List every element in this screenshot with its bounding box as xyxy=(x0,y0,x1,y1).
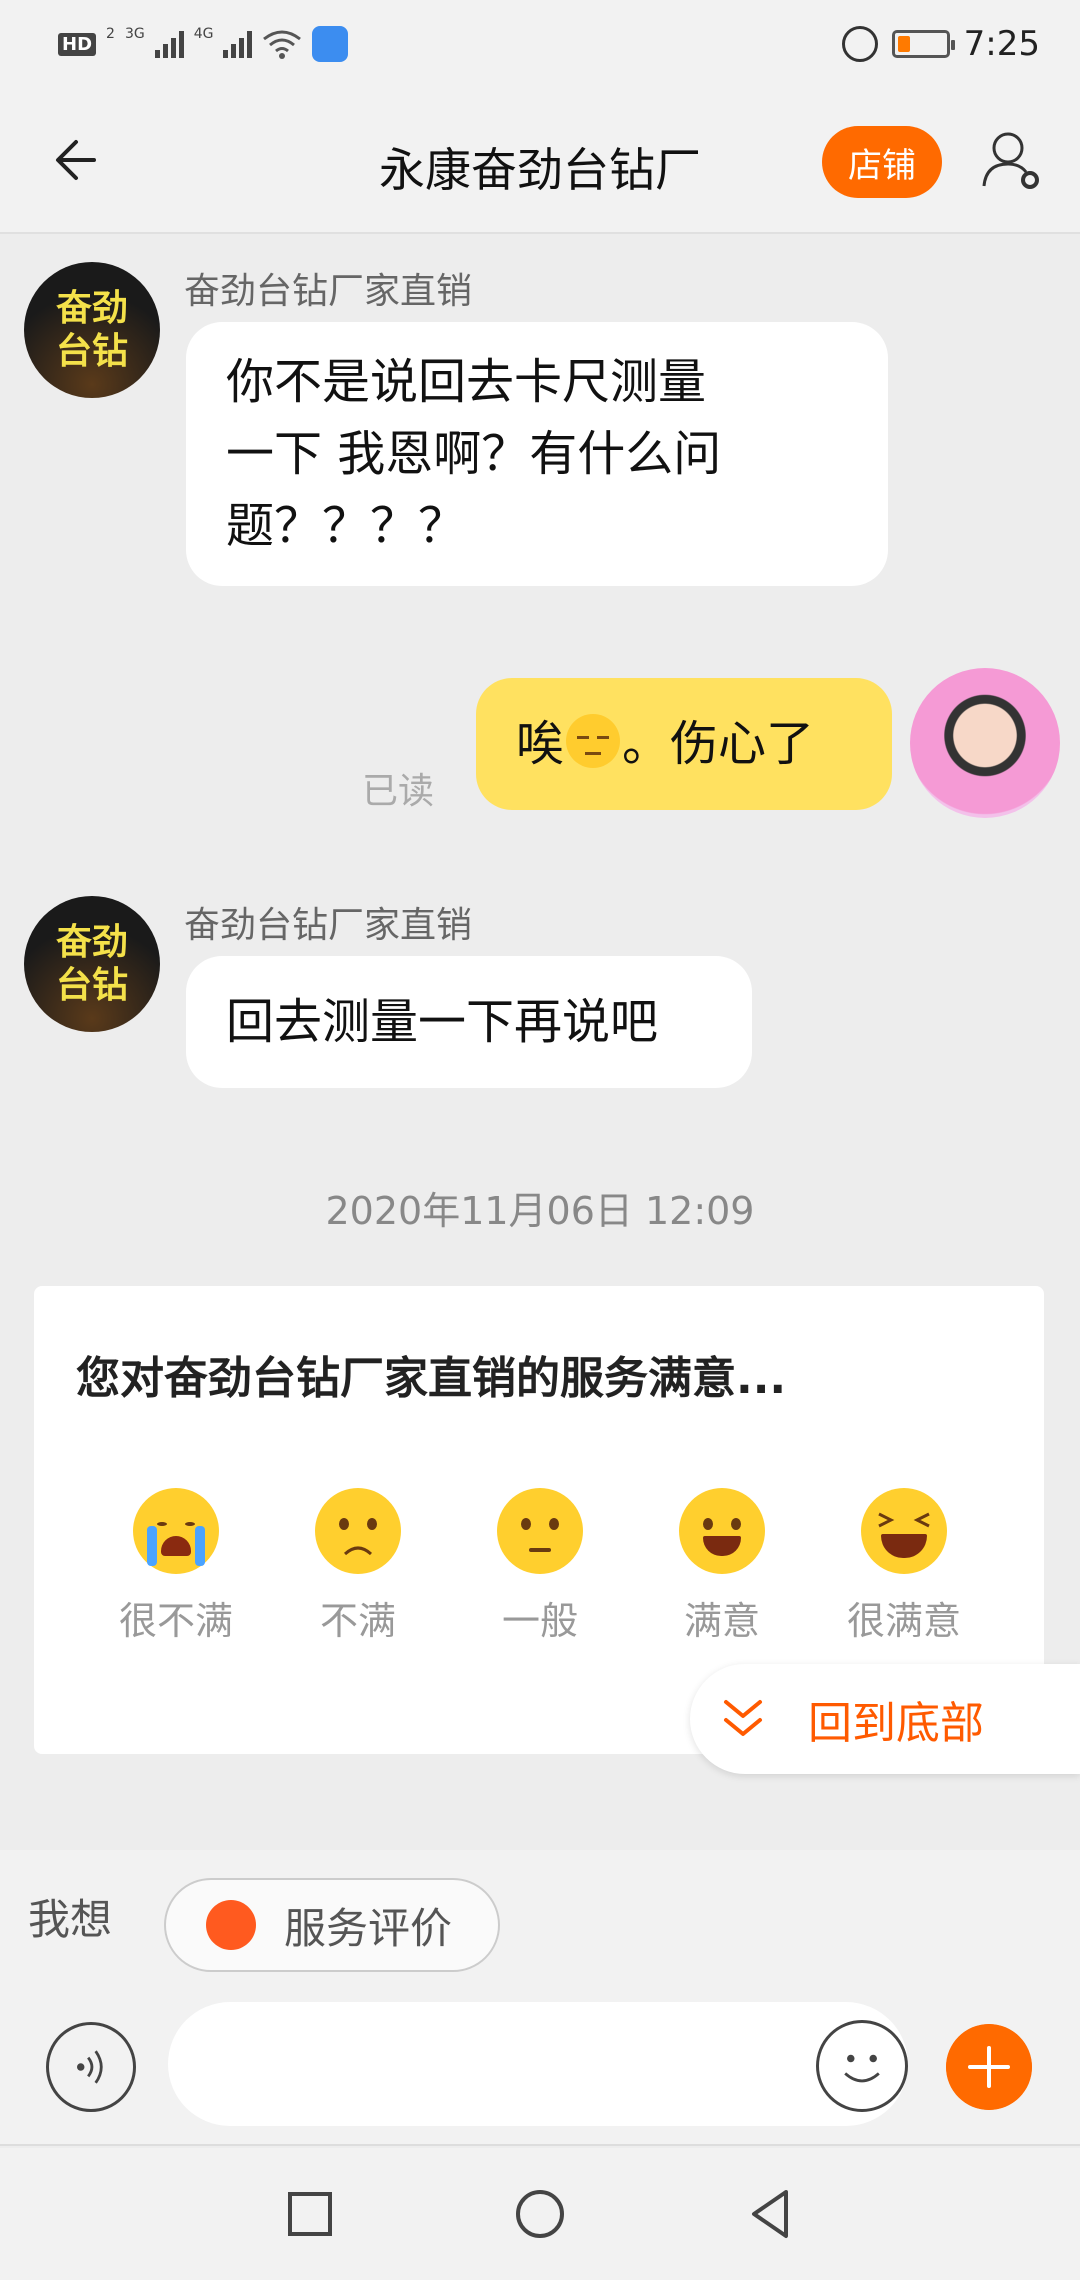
signal-label-2: 4G xyxy=(193,26,214,42)
quick-action-bar: 我想 服务评价 xyxy=(0,1850,1080,1976)
frowning-face-icon xyxy=(315,1488,401,1574)
plus-icon[interactable] xyxy=(946,2024,1032,2110)
signal-icon-2 xyxy=(223,30,253,58)
rating-label: 满意 xyxy=(683,1599,760,1643)
smiling-face-icon xyxy=(679,1488,765,1574)
seller-avatar[interactable]: 奋劲台钻 xyxy=(24,896,160,1032)
rating-option[interactable]: 不满 xyxy=(288,1488,428,1645)
service-review-chip[interactable]: 服务评价 xyxy=(164,1878,500,1972)
nfc-icon xyxy=(312,26,349,62)
seller-avatar-text: 奋劲台钻 xyxy=(55,920,128,1006)
my-message-text-before: 唉 xyxy=(516,716,565,772)
input-bar xyxy=(0,1976,1080,2146)
system-nav-bar xyxy=(0,2148,1080,2280)
status-right: 7:25 xyxy=(841,24,1040,64)
seller-avatar-text: 奋劲台钻 xyxy=(55,286,128,372)
wifi-icon xyxy=(263,30,302,59)
home-icon[interactable] xyxy=(508,2182,572,2246)
my-message-bubble[interactable]: 唉 。伤心了 xyxy=(476,678,892,810)
voice-icon[interactable] xyxy=(46,2022,136,2112)
message-bubble[interactable]: 你不是说回去卡尺测量 一下 我恩啊？有什么问 题？？？？ xyxy=(186,322,888,586)
rating-option[interactable]: 满意 xyxy=(652,1488,792,1645)
chat-area[interactable]: 奋劲台钻 奋劲台钻厂家直销 你不是说回去卡尺测量 一下 我恩啊？有什么问 题？？… xyxy=(0,234,1080,1850)
rating-option[interactable]: 一般 xyxy=(470,1488,610,1645)
signal-label-1: 3G xyxy=(124,26,145,42)
chevron-double-down-icon xyxy=(724,1700,762,1736)
rating-label: 很不满 xyxy=(118,1599,233,1643)
quick-label: 我想 xyxy=(28,1895,113,1944)
rating-label: 很满意 xyxy=(846,1599,961,1643)
emoji-icon[interactable] xyxy=(816,2020,908,2112)
rating-label: 不满 xyxy=(319,1599,396,1643)
rating-option[interactable]: 很不满 xyxy=(106,1488,246,1645)
clock: 7:25 xyxy=(963,24,1040,64)
my-avatar[interactable] xyxy=(910,668,1060,818)
read-status: 已读 xyxy=(362,771,435,812)
seller-avatar[interactable]: 奋劲台钻 xyxy=(24,262,160,398)
my-message-text-after: 。伤心了 xyxy=(622,716,815,772)
alarm-icon xyxy=(841,26,878,62)
status-left: HD 2 3G 4G xyxy=(58,26,349,62)
neutral-face-icon xyxy=(497,1488,583,1574)
flower-icon xyxy=(206,1900,256,1950)
pensive-face-icon xyxy=(566,714,621,768)
status-bar: HD 2 3G 4G 7:25 xyxy=(0,0,1080,92)
recent-apps-icon[interactable] xyxy=(278,2182,342,2246)
service-review-label: 服务评价 xyxy=(284,1903,453,1953)
signal-icon-1 xyxy=(154,30,184,58)
hd-sub-label: 2 xyxy=(106,26,115,42)
back-to-bottom-label: 回到底部 xyxy=(808,1698,984,1749)
sender-name: 奋劲台钻厂家直销 xyxy=(184,271,473,312)
laughing-face-icon xyxy=(861,1488,947,1574)
rating-label: 一般 xyxy=(501,1599,578,1643)
back-icon[interactable] xyxy=(738,2182,802,2246)
crying-face-icon xyxy=(133,1488,219,1574)
user-settings-icon[interactable] xyxy=(980,128,1042,190)
sender-name: 奋劲台钻厂家直销 xyxy=(184,905,473,946)
rating-option[interactable]: 很满意 xyxy=(834,1488,974,1645)
chat-header: 永康奋劲台钻厂 店铺 xyxy=(0,92,1080,234)
back-to-bottom-button[interactable]: 回到底部 xyxy=(690,1664,1080,1774)
hd-badge: HD xyxy=(58,32,97,56)
battery-icon xyxy=(891,30,955,58)
survey-title: 您对奋劲台钻厂家直销的服务满意... xyxy=(76,1353,787,1404)
message-bubble[interactable]: 回去测量一下再说吧 xyxy=(186,956,752,1088)
message-timestamp: 2020年11月06日 12:09 xyxy=(325,1189,755,1233)
shop-button[interactable]: 店铺 xyxy=(822,126,942,198)
message-input[interactable] xyxy=(168,2002,908,2126)
